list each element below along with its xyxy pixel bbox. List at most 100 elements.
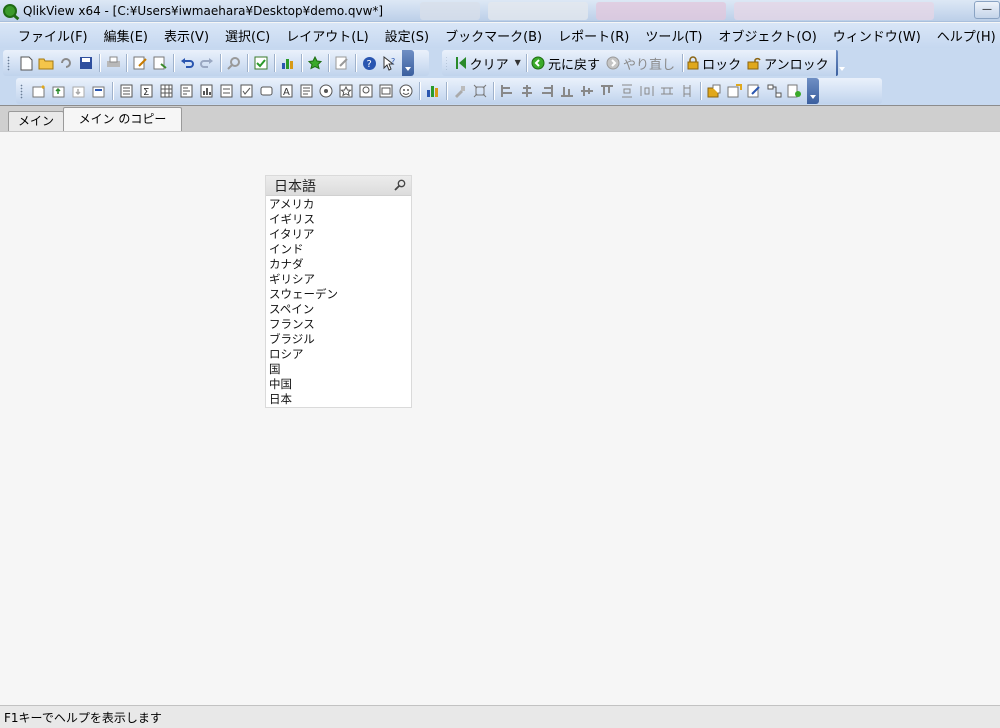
statistics-box-icon[interactable]: Σ (138, 83, 154, 99)
text-object-icon[interactable]: A (278, 83, 294, 99)
list-item[interactable]: インド (266, 242, 411, 257)
promote-sheet-icon[interactable] (51, 83, 67, 99)
unlock-button-label[interactable]: アンロック (764, 54, 828, 73)
edit-expression-icon[interactable] (746, 83, 762, 99)
clear-button-label[interactable]: クリア (470, 54, 509, 73)
space-horizontal-icon[interactable] (639, 83, 655, 99)
list-item[interactable]: フランス (266, 317, 411, 332)
redo-icon[interactable] (199, 55, 215, 71)
new-sheet-icon[interactable] (31, 83, 47, 99)
list-item[interactable]: アメリカ (266, 197, 411, 212)
lock-button-label[interactable]: ロック (702, 54, 741, 73)
document-properties-icon[interactable] (786, 83, 802, 99)
find-icon[interactable] (226, 55, 242, 71)
list-item[interactable]: 中国 (266, 377, 411, 392)
list-item[interactable]: 国 (266, 362, 411, 377)
list-item[interactable]: イギリス (266, 212, 411, 227)
forward-button-label[interactable]: やり直し (623, 54, 675, 73)
context-help-pointer-icon[interactable]: ? (381, 55, 397, 71)
list-item[interactable]: ギリシア (266, 272, 411, 287)
align-right-icon[interactable] (539, 83, 555, 99)
listbox-object-icon[interactable] (118, 83, 134, 99)
input-box-icon[interactable] (218, 83, 234, 99)
align-top-icon[interactable] (599, 83, 615, 99)
list-item[interactable]: ブラジル (266, 332, 411, 347)
menu-reports[interactable]: レポート(R) (550, 26, 637, 45)
forward-arrow-icon[interactable] (606, 55, 620, 71)
print-icon[interactable] (105, 55, 121, 71)
line-arrow-object-icon[interactable] (298, 83, 314, 99)
list-item[interactable]: スペイン (266, 302, 411, 317)
window-minimize-button[interactable]: — (974, 1, 1000, 19)
custom-object-icon[interactable] (398, 83, 414, 99)
menu-edit[interactable]: 編集(E) (96, 26, 156, 45)
lock-icon[interactable] (687, 55, 699, 71)
distribute-horizontal-icon[interactable] (659, 83, 675, 99)
save-icon[interactable] (78, 55, 94, 71)
current-selections-box-icon[interactable] (238, 83, 254, 99)
list-item[interactable]: ロシア (266, 347, 411, 362)
menu-layout[interactable]: レイアウト(L) (278, 26, 376, 45)
sheet-canvas[interactable] (0, 131, 1000, 705)
resize-object-icon[interactable] (472, 83, 488, 99)
list-item[interactable]: イタリア (266, 227, 411, 242)
format-painter-icon[interactable] (452, 83, 468, 99)
back-button-label[interactable]: 元に戻す (548, 54, 600, 73)
bookmark-object-icon[interactable] (338, 83, 354, 99)
table-viewer-icon[interactable] (766, 83, 782, 99)
space-vertical-icon[interactable] (619, 83, 635, 99)
listbox-japanese[interactable]: 日本語 アメリカ イギリス イタリア インド カナダ ギリシア スウェーデン ス… (265, 175, 412, 408)
new-document-icon[interactable] (18, 55, 34, 71)
slider-object-icon[interactable] (318, 83, 334, 99)
sheet-object-list-icon[interactable] (706, 83, 722, 99)
menu-object[interactable]: オブジェクト(O) (710, 26, 824, 45)
list-item[interactable]: スウェーデン (266, 287, 411, 302)
back-arrow-icon[interactable] (531, 55, 545, 71)
align-center-icon[interactable] (519, 83, 535, 99)
unlock-icon[interactable] (747, 55, 761, 71)
menu-window[interactable]: ウィンドウ(W) (825, 26, 929, 45)
toolbar-overflow-chevron[interactable] (835, 50, 847, 76)
menu-tools[interactable]: ツール(T) (637, 26, 710, 45)
menu-selections[interactable]: 選択(C) (217, 26, 278, 45)
undo-icon[interactable] (179, 55, 195, 71)
list-item[interactable]: 日本 (266, 392, 411, 407)
current-selections-icon[interactable] (253, 55, 269, 71)
menu-settings[interactable]: 設定(S) (377, 26, 437, 45)
search-object-icon[interactable] (358, 83, 374, 99)
table-box-icon[interactable] (158, 83, 174, 99)
tab-main-copy[interactable]: メイン のコピー (63, 107, 182, 131)
clear-icon[interactable] (455, 55, 467, 71)
edit-properties-icon[interactable] (334, 55, 350, 71)
toolbar-grip-handle[interactable] (7, 55, 10, 71)
help-icon[interactable]: ? (361, 55, 377, 71)
align-bottom-icon[interactable] (559, 83, 575, 99)
chart-object-icon[interactable] (198, 83, 214, 99)
distribute-vertical-icon[interactable] (679, 83, 695, 99)
add-bookmark-star-icon[interactable] (307, 55, 323, 71)
chevron-down-icon[interactable]: ▼ (515, 55, 521, 71)
listbox-caption[interactable]: 日本語 (266, 176, 411, 196)
menu-bookmarks[interactable]: ブックマーク(B) (437, 26, 550, 45)
chart-wizard-icon[interactable] (280, 55, 296, 71)
toolbar-grip-handle[interactable] (446, 55, 447, 71)
multibox-icon[interactable] (178, 83, 194, 99)
open-folder-icon[interactable] (38, 55, 54, 71)
edit-script-icon[interactable] (132, 55, 148, 71)
toolbar-grip-handle[interactable] (20, 83, 23, 99)
align-left-icon[interactable] (499, 83, 515, 99)
demote-sheet-icon[interactable] (71, 83, 87, 99)
search-icon[interactable] (394, 179, 406, 191)
toolbar-overflow-chevron[interactable] (402, 50, 414, 76)
chart-properties-icon[interactable] (425, 83, 441, 99)
menu-view[interactable]: 表示(V) (156, 26, 217, 45)
button-object-icon[interactable] (258, 83, 274, 99)
container-object-icon[interactable] (378, 83, 394, 99)
menu-help[interactable]: ヘルプ(H) (929, 26, 1000, 45)
menu-file[interactable]: ファイル(F) (10, 26, 96, 45)
reload-icon[interactable] (58, 55, 74, 71)
align-middle-icon[interactable] (579, 83, 595, 99)
sheet-properties-icon[interactable] (91, 83, 107, 99)
list-item[interactable]: カナダ (266, 257, 411, 272)
tab-main[interactable]: メイン (8, 111, 64, 131)
